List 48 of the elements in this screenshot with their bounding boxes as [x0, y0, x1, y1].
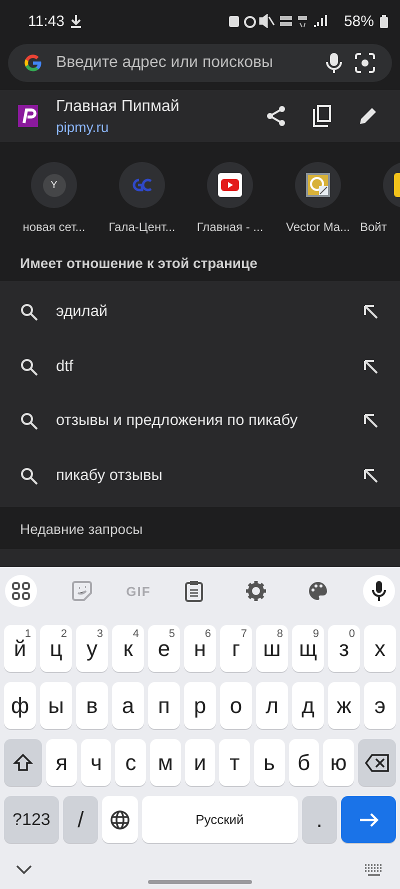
key[interactable]: я — [46, 739, 77, 786]
shortcut-label[interactable]: Гала-Цент... — [108, 220, 176, 234]
battery-level: 58% — [344, 12, 374, 30]
site-letter-icon: Y — [42, 174, 66, 196]
section-header: Недавние запросы — [19, 520, 144, 539]
shortcut-label[interactable]: Главная - ... — [196, 220, 264, 234]
shortcut-label[interactable]: Vector Ma... — [286, 220, 350, 234]
section-header: Имеет отношение к этой странице — [19, 254, 258, 273]
key[interactable]: ь — [254, 739, 285, 786]
key[interactable]: л — [256, 682, 288, 729]
key[interactable]: ю — [323, 739, 354, 786]
suggestion-row[interactable]: dtf — [0, 340, 400, 394]
shortcut-tile[interactable]: Y — [31, 162, 77, 208]
suggestion-row[interactable]: пикабу отзывы — [0, 448, 400, 503]
key[interactable]: р — [184, 682, 216, 729]
address-bar[interactable]: Введите адрес или поисковы — [8, 44, 392, 82]
space-key[interactable]: Русский — [142, 796, 298, 843]
key[interactable]: и — [184, 739, 216, 786]
page-title: Главная Пипмай — [56, 98, 180, 116]
suggestion-row[interactable]: отзывы и предложения по пикабу — [0, 394, 400, 448]
key[interactable]: ы — [40, 682, 72, 729]
key[interactable]: ф — [4, 682, 36, 729]
key[interactable]: / — [62, 796, 98, 843]
symbols-key[interactable]: ?123 — [4, 796, 59, 843]
suggestion-text: dtf — [56, 358, 74, 376]
key[interactable]: . — [302, 796, 338, 843]
key[interactable]: о — [220, 682, 252, 729]
suggestion-text: эдилай — [56, 303, 109, 322]
key[interactable]: ч — [80, 739, 112, 786]
key[interactable]: ж — [328, 682, 360, 729]
key[interactable]: э — [364, 682, 396, 729]
suggestion-text: отзывы и предложения по пикабу — [56, 412, 299, 430]
key[interactable]: д — [292, 682, 324, 729]
shortcut-label[interactable]: новая сет... — [22, 220, 86, 234]
address-input[interactable]: Введите адрес или поисковы — [56, 54, 314, 72]
key[interactable]: х — [364, 625, 396, 672]
key[interactable]: б — [288, 739, 320, 786]
status-time: 11:43 — [28, 12, 64, 30]
key[interactable]: в — [76, 682, 108, 729]
suggestion-row[interactable]: эдилай — [0, 285, 400, 340]
page-url: pipmy.ru — [56, 118, 110, 134]
suggestion-text: пикабу отзывы — [56, 466, 164, 485]
key[interactable]: м — [150, 739, 181, 786]
key[interactable]: п — [148, 682, 180, 729]
shortcut-label[interactable]: Войт — [360, 220, 387, 234]
key[interactable]: а — [112, 682, 144, 729]
key[interactable]: с — [115, 739, 146, 786]
key[interactable]: т — [219, 739, 250, 786]
